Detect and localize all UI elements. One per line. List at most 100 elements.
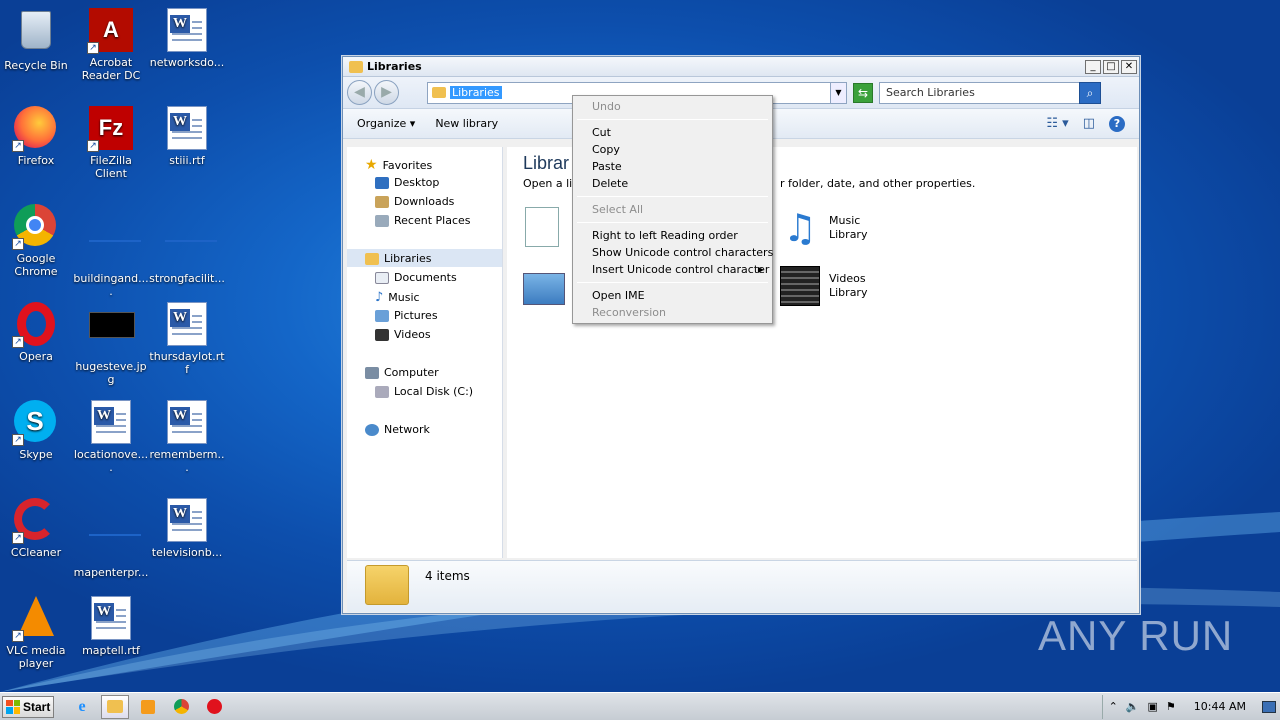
address-dropdown-button[interactable]: ▼ [830, 82, 846, 103]
nav-pictures[interactable]: Pictures [375, 309, 438, 322]
desktop-icon-stiii[interactable]: stiii.rtf [149, 106, 225, 167]
nav-local-disk[interactable]: Local Disk (C:) [375, 385, 473, 398]
refresh-button[interactable]: ⇆ [853, 82, 873, 103]
desktop-icon-strongfacilit[interactable]: strongfacilit... [149, 204, 225, 285]
search-input[interactable]: Search Libraries ⌕ [879, 81, 1101, 104]
music-library-icon: ♫ [782, 206, 818, 250]
word-document-icon [89, 400, 133, 444]
menu-open-ime[interactable]: Open IME [575, 287, 770, 304]
context-menu: Undo Cut Copy Paste Delete Select All Ri… [572, 95, 773, 324]
menu-cut[interactable]: Cut [575, 124, 770, 141]
show-desktop-button[interactable] [1262, 700, 1276, 713]
desktop-icon-ccleaner[interactable]: ↗ CCleaner [0, 498, 74, 559]
menu-copy[interactable]: Copy [575, 141, 770, 158]
search-icon[interactable]: ⌕ [1079, 81, 1101, 104]
minimize-button[interactable]: _ [1085, 59, 1101, 74]
network-tray-icon[interactable]: ▣ [1148, 700, 1158, 713]
clock[interactable]: 10:44 AM [1194, 700, 1246, 713]
desktop-icon-buildingand[interactable]: buildingand.... [73, 204, 149, 298]
desktop-icon-filezilla[interactable]: Fz ↗ FileZilla Client [73, 106, 149, 180]
library-documents[interactable] [523, 205, 569, 251]
maximize-button[interactable]: □ [1103, 59, 1119, 74]
back-button[interactable]: ◀ [347, 80, 372, 105]
menu-separator [577, 196, 768, 197]
desktop-icon-thursdaylot[interactable]: thursdaylot.rtf [149, 302, 225, 376]
item-count: 4 items [425, 569, 470, 583]
nav-recent-places[interactable]: Recent Places [375, 214, 471, 227]
action-center-flag-icon[interactable]: ⚑ [1166, 700, 1176, 713]
nav-documents[interactable]: Documents [375, 271, 457, 284]
desktop-icon-recycle-bin[interactable]: Recycle Bin [0, 8, 74, 72]
menu-paste[interactable]: Paste [575, 158, 770, 175]
menu-delete[interactable]: Delete [575, 175, 770, 192]
desktop-icon-locationove[interactable]: locationove.... [73, 400, 149, 474]
desktop-icon-acrobat[interactable]: A ↗ Acrobat Reader DC [73, 8, 149, 82]
start-button[interactable]: Start [2, 695, 54, 718]
file-icon [89, 224, 141, 268]
speaker-icon[interactable]: 🔈 [1126, 700, 1140, 713]
desktop-icon-mapenterpr[interactable]: mapenterpr... [73, 498, 149, 579]
desktop-icon-firefox[interactable]: ↗ Firefox [0, 106, 74, 167]
menu-rtl-reading-order[interactable]: Right to left Reading order [575, 227, 770, 244]
word-document-icon [165, 302, 209, 346]
desktop-icon-rememberm[interactable]: rememberm... [149, 400, 225, 474]
recent-places-icon [375, 214, 389, 227]
desktop-icon-hugesteve[interactable]: hugesteve.jpg [73, 302, 149, 386]
taskbar-ie[interactable]: e [68, 695, 96, 719]
libraries-folder-icon [365, 565, 409, 605]
content-description-right: r folder, date, and other properties. [780, 177, 976, 190]
network-icon [365, 423, 379, 436]
menu-insert-unicode[interactable]: Insert Unicode control character ▶ [575, 261, 770, 278]
library-videos[interactable]: Videos Library [777, 263, 867, 309]
desktop-icon-opera[interactable]: ↗ Opera [0, 302, 74, 363]
view-options-icon[interactable]: ☷ ▾ [1046, 116, 1068, 132]
menu-undo[interactable]: Undo [575, 98, 770, 115]
menu-separator [577, 282, 768, 283]
nav-libraries[interactable]: Libraries [365, 252, 432, 265]
preview-pane-icon[interactable]: ◫ [1083, 116, 1095, 132]
content-heading: Librar [523, 153, 570, 173]
help-icon[interactable]: ? [1109, 115, 1125, 132]
desktop-icon-maptell[interactable]: maptell.rtf [73, 596, 149, 657]
desktop-icon-chrome[interactable]: ↗ Google Chrome [0, 204, 74, 278]
taskbar-explorer[interactable] [101, 694, 129, 719]
organize-button[interactable]: Organize ▾ [357, 117, 415, 130]
nav-network[interactable]: Network [365, 423, 430, 436]
nav-videos[interactable]: Videos [375, 328, 431, 341]
nav-music[interactable]: ♪ Music [375, 290, 420, 305]
window-titlebar[interactable]: Libraries _ □ ✕ [343, 57, 1139, 77]
menu-reconversion[interactable]: Reconversion [575, 304, 770, 321]
menu-show-unicode[interactable]: Show Unicode control characters [575, 244, 773, 261]
nav-downloads[interactable]: Downloads [375, 195, 454, 208]
nav-desktop[interactable]: Desktop [375, 176, 439, 189]
details-pane: 4 items [347, 560, 1137, 612]
chrome-icon [173, 699, 189, 714]
new-library-button[interactable]: New library [435, 117, 498, 130]
system-tray: ⌃ 🔈 ▣ ⚑ 10:44 AM [1101, 694, 1280, 719]
show-hidden-icons-button[interactable]: ⌃ [1109, 700, 1118, 713]
taskbar-opera[interactable] [200, 695, 228, 719]
music-library-sublabel: Library [829, 228, 868, 241]
desktop-icon-vlc[interactable]: ↗ VLC media player [0, 596, 74, 670]
videos-library-label: Videos [829, 272, 866, 285]
taskbar-media-player[interactable] [134, 695, 162, 719]
close-button[interactable]: ✕ [1121, 59, 1137, 74]
skype-icon: S ↗ [12, 400, 58, 446]
nav-computer[interactable]: Computer [365, 366, 439, 379]
acrobat-icon: A ↗ [87, 8, 133, 54]
videos-icon [375, 328, 389, 341]
menu-separator [577, 119, 768, 120]
library-music[interactable]: ♫ Music Library [777, 205, 868, 251]
desktop-icon-skype[interactable]: S ↗ Skype [0, 400, 74, 461]
forward-button[interactable]: ▶ [374, 80, 399, 105]
videos-library-sublabel: Library [829, 286, 868, 299]
nav-favorites[interactable]: ★ Favorites [365, 157, 432, 173]
library-pictures[interactable] [523, 265, 569, 311]
menu-select-all[interactable]: Select All [575, 201, 770, 218]
desktop-icon-networksdo[interactable]: networksdo... [149, 8, 225, 69]
word-document-icon [165, 498, 209, 542]
taskbar-chrome[interactable] [167, 695, 195, 719]
disk-icon [375, 385, 389, 398]
desktop-icon-televisionb[interactable]: televisionb... [149, 498, 225, 559]
desktop-icon [375, 176, 389, 189]
